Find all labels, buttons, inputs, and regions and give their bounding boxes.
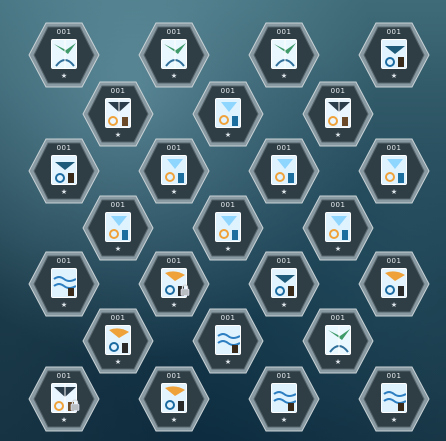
- card-number: 001: [110, 201, 126, 209]
- card-art: [106, 213, 130, 241]
- card-thumbnail[interactable]: [215, 212, 241, 242]
- star-icon: ★: [60, 72, 68, 80]
- card-thumbnail[interactable]: [271, 155, 297, 185]
- card-art: [382, 269, 406, 297]
- card-thumbnail[interactable]: [381, 39, 407, 69]
- star-icon: ★: [170, 416, 178, 424]
- card-thumbnail[interactable]: [161, 39, 187, 69]
- card-thumbnail[interactable]: [381, 155, 407, 185]
- card-thumbnail[interactable]: [215, 325, 241, 355]
- card-number: 001: [220, 314, 236, 322]
- card-art: [382, 384, 406, 412]
- card-number: 001: [276, 28, 292, 36]
- card-number: 001: [386, 372, 402, 380]
- card-art: [52, 156, 76, 184]
- card-thumbnail[interactable]: [51, 268, 77, 298]
- star-icon: ★: [280, 416, 288, 424]
- card-thumbnail[interactable]: [271, 383, 297, 413]
- collection-slot[interactable]: 001 ★: [138, 366, 210, 432]
- star-icon: ★: [280, 72, 288, 80]
- card-number: 001: [56, 257, 72, 265]
- star-icon: ★: [390, 416, 398, 424]
- card-art: [216, 213, 240, 241]
- collection-slot[interactable]: 001 ★: [28, 366, 100, 432]
- card-thumbnail[interactable]: [105, 98, 131, 128]
- card-number: 001: [56, 28, 72, 36]
- collection-slot[interactable]: 001 ★: [82, 308, 154, 374]
- card-thumbnail[interactable]: [271, 39, 297, 69]
- card-thumbnail[interactable]: [51, 155, 77, 185]
- card-number: 001: [166, 144, 182, 152]
- card-number: 001: [220, 87, 236, 95]
- card-thumbnail[interactable]: [215, 98, 241, 128]
- card-art: [382, 40, 406, 68]
- lock-icon: [70, 399, 80, 411]
- card-art: [272, 156, 296, 184]
- card-thumbnail[interactable]: [325, 325, 351, 355]
- card-art: [216, 326, 240, 354]
- card-art: [382, 156, 406, 184]
- card-art: [106, 326, 130, 354]
- card-number: 001: [276, 372, 292, 380]
- star-icon: ★: [334, 358, 342, 366]
- collection-slot[interactable]: 001 ★: [192, 308, 264, 374]
- card-art: [326, 213, 350, 241]
- card-number: 001: [110, 87, 126, 95]
- card-number: 001: [386, 144, 402, 152]
- card-thumbnail[interactable]: [161, 155, 187, 185]
- card-thumbnail[interactable]: [381, 383, 407, 413]
- card-art: [52, 40, 76, 68]
- collection-slot[interactable]: 001 ★: [358, 22, 430, 88]
- card-art: [162, 384, 186, 412]
- collection-slot[interactable]: 001 ★: [248, 366, 320, 432]
- card-number: 001: [330, 314, 346, 322]
- collection-slot[interactable]: 001 ★: [28, 22, 100, 88]
- lock-icon: [180, 284, 190, 296]
- card-thumbnail[interactable]: [381, 268, 407, 298]
- card-number: 001: [276, 257, 292, 265]
- star-icon: ★: [170, 72, 178, 80]
- collection-board: 001 ★ 001 ★ 001 ★ 001 ★ 001 ★ 001 ★ 001 …: [0, 0, 446, 441]
- card-thumbnail[interactable]: [325, 212, 351, 242]
- card-number: 001: [56, 372, 72, 380]
- card-number: 001: [330, 201, 346, 209]
- collection-slot[interactable]: 001 ★: [138, 22, 210, 88]
- card-number: 001: [166, 28, 182, 36]
- star-icon: ★: [114, 358, 122, 366]
- star-icon: ★: [60, 416, 68, 424]
- card-art: [272, 384, 296, 412]
- card-thumbnail[interactable]: [105, 212, 131, 242]
- collection-slot[interactable]: 001 ★: [358, 366, 430, 432]
- card-number: 001: [110, 314, 126, 322]
- card-thumbnail[interactable]: [161, 383, 187, 413]
- collection-slot[interactable]: 001 ★: [302, 308, 374, 374]
- card-art: [326, 326, 350, 354]
- collection-slot[interactable]: 001 ★: [248, 22, 320, 88]
- card-number: 001: [276, 144, 292, 152]
- star-icon: ★: [224, 358, 232, 366]
- card-thumbnail[interactable]: [51, 39, 77, 69]
- star-icon: ★: [390, 72, 398, 80]
- card-number: 001: [386, 28, 402, 36]
- card-number: 001: [386, 257, 402, 265]
- card-thumbnail[interactable]: [325, 98, 351, 128]
- card-number: 001: [220, 201, 236, 209]
- card-art: [106, 99, 130, 127]
- card-art: [162, 40, 186, 68]
- card-art: [272, 269, 296, 297]
- card-art: [162, 156, 186, 184]
- card-number: 001: [330, 87, 346, 95]
- card-number: 001: [166, 372, 182, 380]
- card-thumbnail[interactable]: [105, 325, 131, 355]
- card-art: [52, 269, 76, 297]
- card-thumbnail[interactable]: [271, 268, 297, 298]
- card-art: [272, 40, 296, 68]
- card-art: [326, 99, 350, 127]
- card-number: 001: [166, 257, 182, 265]
- card-art: [216, 99, 240, 127]
- card-number: 001: [56, 144, 72, 152]
